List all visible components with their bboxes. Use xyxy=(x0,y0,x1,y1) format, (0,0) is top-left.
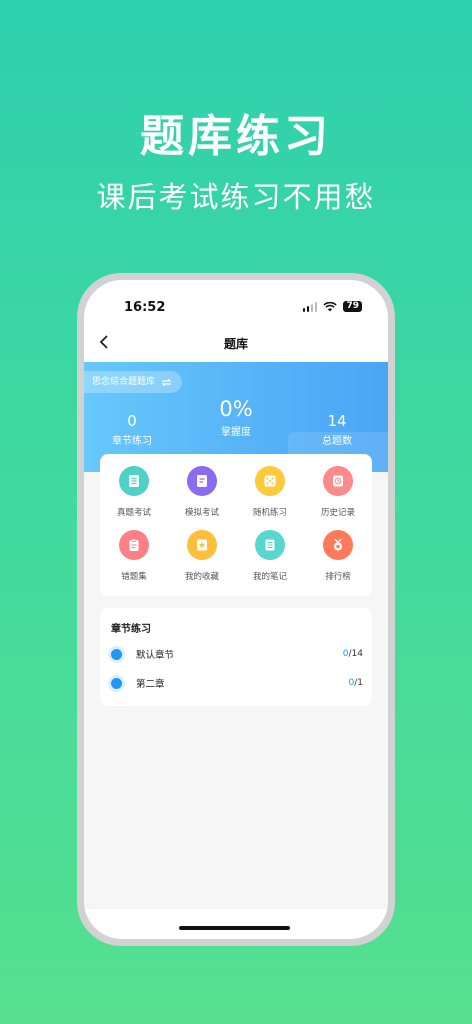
feature-mock-exam[interactable]: 模拟考试 xyxy=(168,466,236,518)
chapter-total-count: /14 xyxy=(348,649,363,659)
feature-label: 排行榜 xyxy=(325,572,351,582)
swap-icon xyxy=(161,378,172,386)
stat-value: 0% xyxy=(219,397,253,421)
document-icon xyxy=(187,466,217,496)
chapter-dot-icon xyxy=(111,677,122,689)
stat-value: 14 xyxy=(327,412,347,430)
home-indicator[interactable] xyxy=(179,926,290,930)
chapter-name: 第二章 xyxy=(136,679,165,690)
clock-icon xyxy=(323,466,353,496)
stat-chapter-practice: 0 章节练习 xyxy=(106,412,158,447)
feature-label: 历史记录 xyxy=(320,508,355,518)
chapter-practice-card: 章节练习 默认章节 0/14 第二章 0/1 xyxy=(100,608,372,706)
status-icons: 79 xyxy=(302,301,362,312)
feature-label: 我的笔记 xyxy=(252,572,287,582)
medal-icon xyxy=(323,530,353,560)
phone-screen: 16:52 79 题库 思念综合题题库 0 章节练习 0% 掌握度 14 总题数… xyxy=(84,280,388,939)
feature-wrong-questions[interactable]: 错题集 xyxy=(100,530,168,582)
feature-random-practice[interactable]: 随机练习 xyxy=(236,466,304,518)
signal-icon xyxy=(302,301,318,312)
promo-title: 题库练习 xyxy=(140,111,332,162)
chapter-name: 默认章节 xyxy=(136,650,175,661)
feature-favorites[interactable]: 我的收藏 xyxy=(168,530,236,582)
question-bank-selector[interactable]: 思念综合题题库 xyxy=(84,371,183,393)
status-time: 16:52 xyxy=(124,300,166,315)
feature-history[interactable]: 历史记录 xyxy=(304,466,372,518)
home-area xyxy=(84,909,388,939)
chapter-progress: 0/1 xyxy=(349,678,364,688)
feature-leaderboard[interactable]: 排行榜 xyxy=(304,530,372,582)
feature-grid-card: 真题考试 模拟考试 随机练习 历史记录 错题集 我的收藏 我的笔记 排行榜 xyxy=(100,454,372,596)
stat-total-questions: 14 总题数 xyxy=(312,412,362,447)
stat-mastery: 0% 掌握度 xyxy=(206,397,266,438)
phone-frame: 16:52 79 题库 思念综合题题库 0 章节练习 0% 掌握度 14 总题数… xyxy=(77,273,395,946)
clipboard-icon xyxy=(119,530,149,560)
list-icon xyxy=(119,466,149,496)
chapter-row[interactable]: 第二章 0/1 xyxy=(111,673,363,693)
nav-bar: 题库 xyxy=(84,324,388,362)
feature-grid: 真题考试 模拟考试 随机练习 历史记录 错题集 我的收藏 我的笔记 排行榜 xyxy=(100,466,372,582)
feature-label: 真题考试 xyxy=(116,508,151,518)
battery-icon: 79 xyxy=(343,301,362,312)
chapter-dot-icon xyxy=(111,648,122,660)
stat-label: 掌握度 xyxy=(221,427,251,438)
feature-label: 随机练习 xyxy=(252,508,287,518)
chapter-progress: 0/14 xyxy=(343,649,363,659)
stat-label: 总题数 xyxy=(322,436,352,447)
chapter-row[interactable]: 默认章节 0/14 xyxy=(111,644,363,664)
status-bar: 16:52 79 xyxy=(84,280,388,324)
notebook-icon xyxy=(255,530,285,560)
wifi-icon xyxy=(323,301,338,311)
feature-notes[interactable]: 我的笔记 xyxy=(236,530,304,582)
stat-label: 章节练习 xyxy=(112,436,152,447)
feature-label: 模拟考试 xyxy=(184,508,219,518)
feature-label: 错题集 xyxy=(121,572,147,582)
dice-icon xyxy=(255,466,285,496)
question-bank-name: 思念综合题题库 xyxy=(92,377,156,387)
stat-value: 0 xyxy=(127,412,137,430)
feature-real-exam[interactable]: 真题考试 xyxy=(100,466,168,518)
promo-subtitle: 课后考试练习不用愁 xyxy=(96,180,376,214)
star-icon xyxy=(187,530,217,560)
feature-label: 我的收藏 xyxy=(184,572,219,582)
chapter-total-count: /1 xyxy=(354,678,363,688)
section-title: 章节练习 xyxy=(111,624,151,635)
page-title: 题库 xyxy=(223,337,248,351)
